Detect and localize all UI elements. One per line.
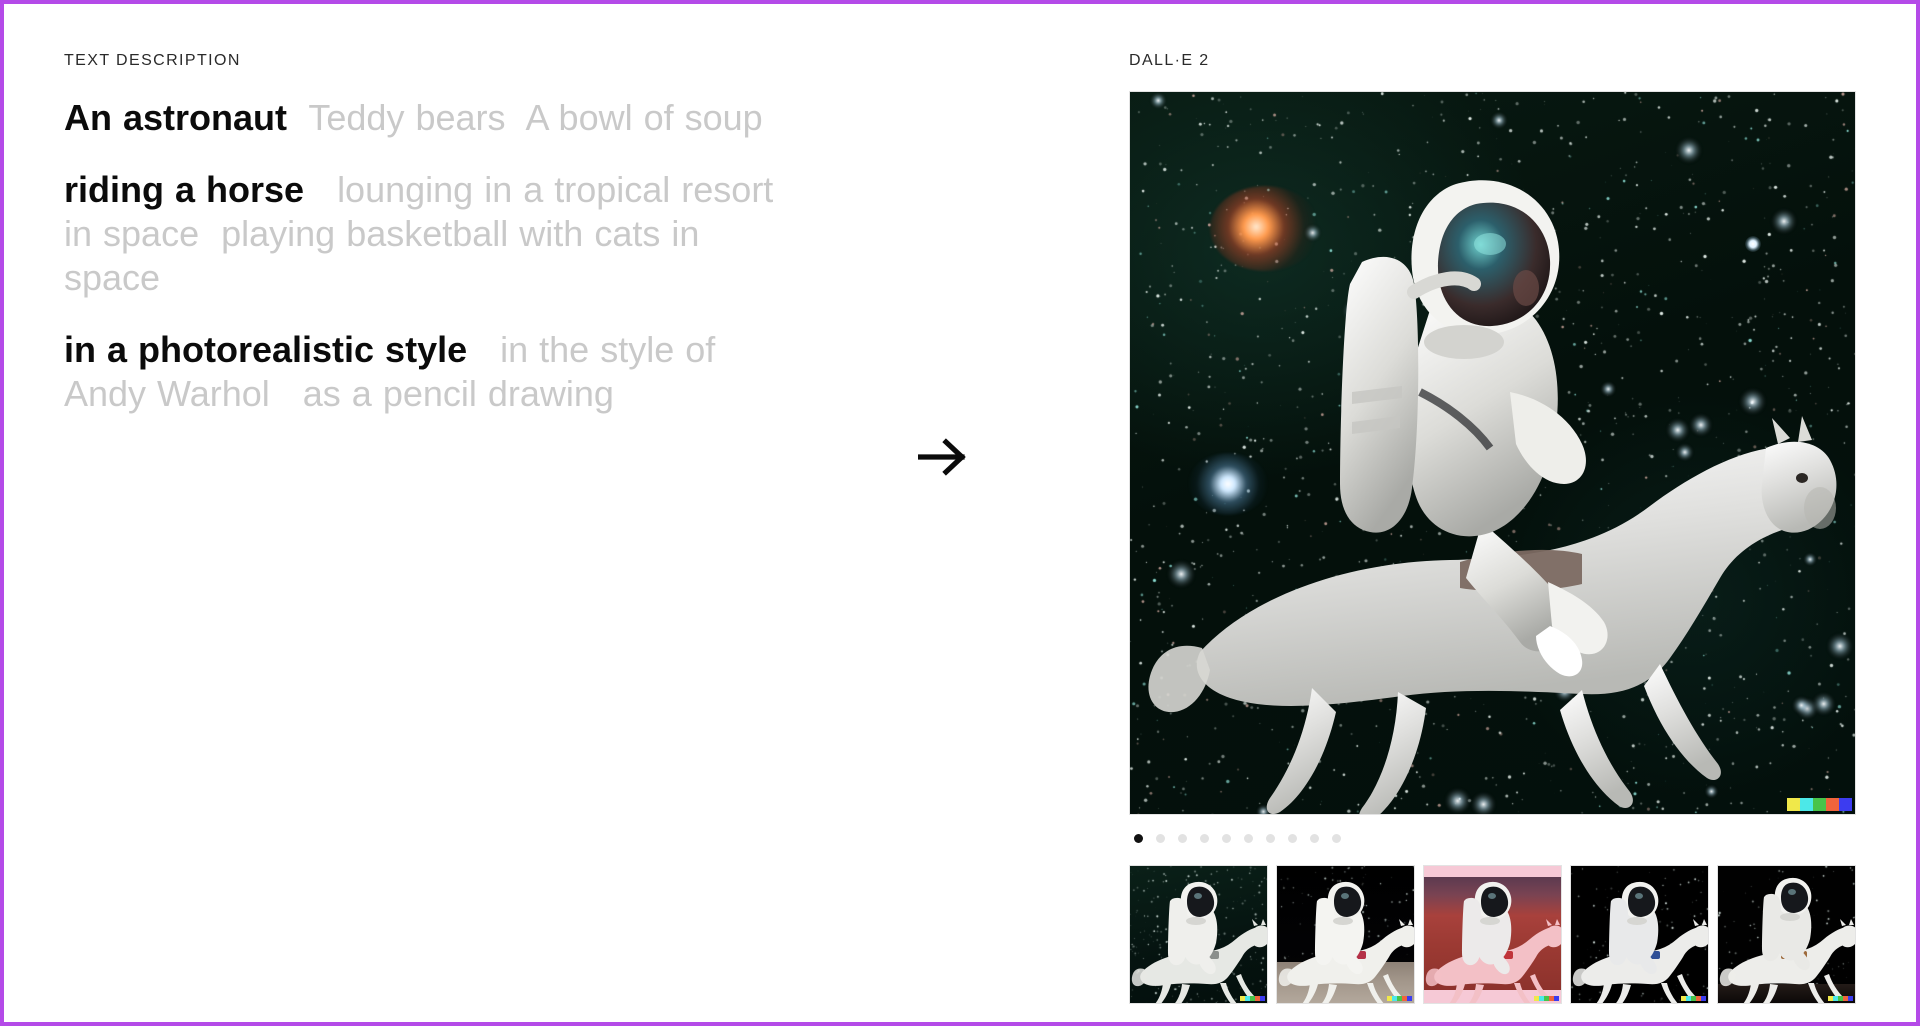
prompt-group-action: riding a horse lounging in a tropical re… bbox=[64, 168, 784, 300]
pagination-dot[interactable] bbox=[1222, 834, 1231, 843]
swatch-color bbox=[1701, 996, 1706, 1001]
thumbnail-artwork bbox=[1572, 881, 1708, 1003]
dalle-brand-label: DALL·E 2 bbox=[1129, 52, 1210, 69]
prompt-group-style: in a photorealistic style in the style o… bbox=[64, 328, 784, 416]
pagination-dot[interactable] bbox=[1156, 834, 1165, 843]
astronaut-on-horse-artwork bbox=[1148, 180, 1837, 814]
swatch-color bbox=[1407, 996, 1412, 1001]
dalle-signature-swatch bbox=[1787, 798, 1852, 811]
thumbnail-artwork bbox=[1131, 881, 1267, 1003]
dalle-signature-swatch bbox=[1828, 996, 1853, 1001]
dalle-signature-swatch bbox=[1534, 996, 1559, 1001]
prompt-group-subject: An astronaut Teddy bears A bowl of soup bbox=[64, 96, 784, 140]
dalle-signature-swatch bbox=[1387, 996, 1412, 1001]
pagination-dot[interactable] bbox=[1288, 834, 1297, 843]
prompt-chip-selected[interactable]: riding a horse bbox=[64, 169, 304, 210]
thumbnail-item[interactable] bbox=[1129, 865, 1268, 1004]
text-description-panel: TEXT DESCRIPTION An astronaut Teddy bear… bbox=[4, 4, 1086, 1022]
dalle-prompt-builder-page: TEXT DESCRIPTION An astronaut Teddy bear… bbox=[4, 4, 1916, 1022]
chip-spacer bbox=[287, 97, 308, 138]
carousel-pagination[interactable] bbox=[1129, 834, 1856, 843]
pagination-dot[interactable] bbox=[1134, 834, 1143, 843]
thumbnail-item[interactable] bbox=[1717, 865, 1856, 1004]
swatch-color-2 bbox=[1800, 798, 1813, 811]
arrow-right-icon bbox=[899, 412, 989, 502]
prompt-chip-selected[interactable]: in a photorealistic style bbox=[64, 329, 467, 370]
dalle-signature-swatch bbox=[1240, 996, 1265, 1001]
swatch-color bbox=[1554, 996, 1559, 1001]
pagination-dot[interactable] bbox=[1332, 834, 1341, 843]
thumbnail-item[interactable] bbox=[1276, 865, 1415, 1004]
prompt-chip-alternative[interactable]: A bowl of soup bbox=[526, 97, 763, 138]
generated-image-hero[interactable] bbox=[1129, 91, 1856, 815]
prompt-group-list: An astronaut Teddy bears A bowl of soup … bbox=[64, 96, 784, 415]
thumbnail-artwork bbox=[1425, 881, 1561, 1003]
pagination-dot[interactable] bbox=[1310, 834, 1319, 843]
pagination-dot[interactable] bbox=[1266, 834, 1275, 843]
swatch-color-5 bbox=[1839, 798, 1852, 811]
dalle-signature-swatch bbox=[1681, 996, 1706, 1001]
chip-spacer bbox=[270, 373, 303, 414]
prompt-chip-alternative[interactable]: Teddy bears bbox=[308, 97, 505, 138]
swatch-color-3 bbox=[1813, 798, 1826, 811]
prompt-chip-alternative[interactable]: as a pencil drawing bbox=[303, 373, 614, 414]
thumbnail-artwork bbox=[1719, 877, 1855, 1003]
pagination-dot[interactable] bbox=[1244, 834, 1253, 843]
chip-spacer bbox=[467, 329, 500, 370]
thumbnail-item[interactable] bbox=[1423, 865, 1562, 1004]
thumbnail-strip[interactable] bbox=[1129, 865, 1856, 1004]
chip-spacer bbox=[304, 169, 337, 210]
thumbnail-item[interactable] bbox=[1570, 865, 1709, 1004]
dalle-output-panel: DALL·E 2 bbox=[1086, 4, 1916, 1022]
swatch-color-4 bbox=[1826, 798, 1839, 811]
prompt-chip-selected[interactable]: An astronaut bbox=[64, 97, 287, 138]
pagination-dot[interactable] bbox=[1178, 834, 1187, 843]
pagination-dot[interactable] bbox=[1200, 834, 1209, 843]
chip-spacer bbox=[199, 213, 221, 254]
chip-spacer bbox=[506, 97, 526, 138]
swatch-color-1 bbox=[1787, 798, 1800, 811]
text-description-label: TEXT DESCRIPTION bbox=[64, 52, 241, 69]
swatch-color bbox=[1848, 996, 1853, 1001]
thumbnail-artwork bbox=[1278, 881, 1414, 1003]
swatch-color bbox=[1260, 996, 1265, 1001]
